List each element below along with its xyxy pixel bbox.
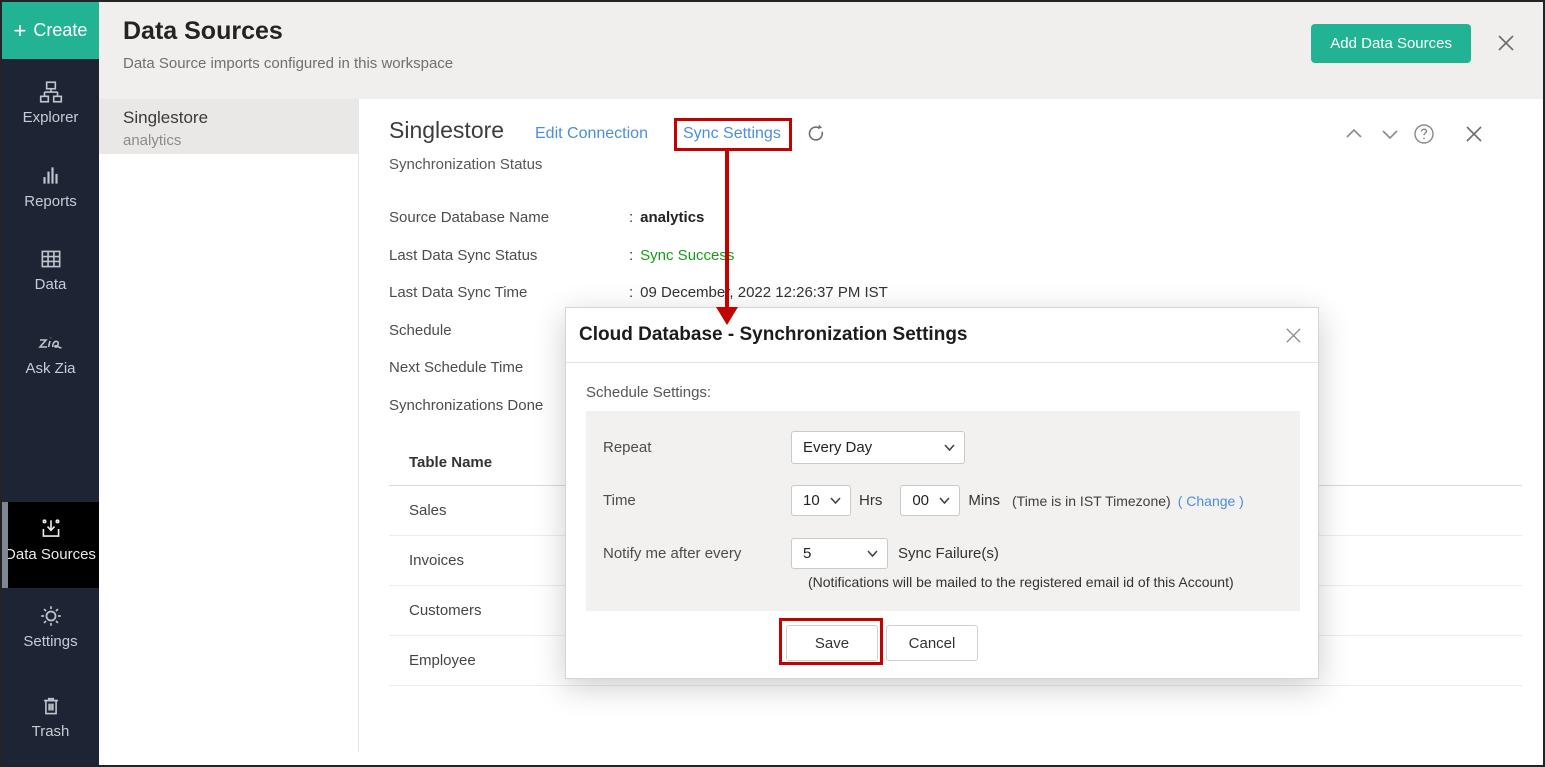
sync-settings-dialog: Cloud Database - Synchronization Setting… bbox=[565, 307, 1319, 679]
timezone-note: (Time is in IST Timezone) bbox=[1012, 493, 1171, 509]
sync-settings-link[interactable]: Sync Settings bbox=[683, 125, 781, 143]
hours-value: 10 bbox=[803, 492, 820, 509]
notify-count-select[interactable]: 5 bbox=[791, 538, 888, 569]
sidebar-item-trash[interactable]: Trash bbox=[2, 692, 99, 740]
field-separator: : bbox=[629, 247, 633, 264]
help-icon[interactable] bbox=[1413, 123, 1435, 145]
field-value: 09 December, 2022 12:26:37 PM IST bbox=[640, 284, 888, 301]
field-separator: : bbox=[629, 209, 633, 226]
sidebar-item-label: Reports bbox=[24, 193, 77, 210]
zia-icon bbox=[37, 329, 65, 357]
repeat-row: Repeat Every Day bbox=[603, 431, 1290, 464]
source-list-item-singlestore[interactable]: Singlestore analytics bbox=[99, 99, 358, 154]
sidebar-item-label: Data bbox=[35, 276, 67, 293]
source-list-sidebar: Singlestore analytics bbox=[99, 99, 359, 752]
minutes-select[interactable]: 00 bbox=[900, 485, 960, 516]
left-nav-rail: + Create Explorer Reports bbox=[2, 2, 99, 765]
field-row: Source Database Name : analytics bbox=[389, 199, 1523, 237]
field-separator: : bbox=[629, 284, 633, 301]
repeat-select[interactable]: Every Day bbox=[791, 431, 965, 464]
bar-chart-icon bbox=[38, 162, 64, 190]
sync-failures-label: Sync Failure(s) bbox=[898, 545, 999, 562]
page-subtitle: Data Source imports configured in this w… bbox=[123, 55, 453, 72]
schedule-settings-title: Schedule Settings: bbox=[586, 384, 711, 401]
source-database: analytics bbox=[123, 130, 358, 151]
edit-connection-link[interactable]: Edit Connection bbox=[535, 125, 648, 143]
field-label: Last Data Sync Status bbox=[389, 247, 629, 264]
create-label: Create bbox=[33, 20, 87, 41]
gear-icon bbox=[38, 602, 64, 630]
field-value: Sync Success bbox=[640, 247, 734, 264]
close-icon[interactable] bbox=[1283, 325, 1304, 346]
notification-note: (Notifications will be mailed to the reg… bbox=[808, 574, 1234, 590]
sidebar-item-label: Trash bbox=[32, 723, 70, 740]
trash-icon bbox=[38, 692, 64, 720]
detail-toolbar bbox=[1343, 123, 1485, 145]
sidebar-item-ask-zia[interactable]: Ask Zia bbox=[2, 329, 99, 377]
sidebar-item-label: Explorer bbox=[23, 109, 79, 126]
time-row: Time 10 Hrs 00 Mins (Time is in IST Time… bbox=[603, 485, 1290, 516]
sidebar-item-label: Settings bbox=[23, 633, 77, 650]
notify-label: Notify me after every bbox=[603, 545, 791, 562]
page-header: Data Sources Data Source imports configu… bbox=[99, 2, 1543, 99]
data-import-icon bbox=[38, 515, 64, 543]
sidebar-item-reports[interactable]: Reports bbox=[2, 162, 99, 210]
save-button[interactable]: Save bbox=[786, 625, 878, 661]
chevron-down-icon bbox=[939, 497, 950, 504]
field-row: Last Data Sync Time : 09 December, 2022 … bbox=[389, 274, 1523, 312]
dialog-buttons: Save Cancel bbox=[566, 625, 1318, 661]
chevron-down-icon bbox=[944, 444, 955, 451]
close-icon[interactable] bbox=[1495, 32, 1517, 54]
schedule-panel: Repeat Every Day Time 10 Hrs 00 Mins bbox=[586, 411, 1300, 611]
field-label: Last Data Sync Time bbox=[389, 284, 629, 301]
sidebar-item-explorer[interactable]: Explorer bbox=[2, 78, 99, 126]
sidebar-item-data[interactable]: Data bbox=[2, 245, 99, 293]
chevron-up-icon[interactable] bbox=[1343, 123, 1365, 145]
chevron-down-icon bbox=[830, 497, 841, 504]
hours-select[interactable]: 10 bbox=[791, 485, 851, 516]
table-icon bbox=[38, 245, 64, 273]
field-label: Source Database Name bbox=[389, 209, 629, 226]
close-icon[interactable] bbox=[1463, 123, 1485, 145]
section-title: Synchronization Status bbox=[389, 156, 542, 173]
repeat-value: Every Day bbox=[803, 439, 872, 456]
hierarchy-icon bbox=[38, 78, 64, 106]
chevron-down-icon[interactable] bbox=[1379, 123, 1401, 145]
repeat-label: Repeat bbox=[603, 439, 791, 456]
change-timezone-link[interactable]: ( Change ) bbox=[1178, 493, 1244, 509]
sidebar-item-label: Data Sources bbox=[5, 546, 96, 563]
app-window: + Create Explorer Reports bbox=[0, 0, 1545, 767]
page-title: Data Sources bbox=[123, 17, 283, 46]
active-indicator bbox=[2, 502, 8, 588]
minutes-unit-label: Mins bbox=[968, 492, 1000, 509]
field-row: Last Data Sync Status : Sync Success bbox=[389, 237, 1523, 275]
notify-row: Notify me after every 5 Sync Failure(s) bbox=[603, 538, 1290, 569]
notify-count-value: 5 bbox=[803, 545, 811, 562]
chevron-down-icon bbox=[867, 550, 878, 557]
sidebar-item-settings[interactable]: Settings bbox=[2, 602, 99, 650]
field-value: analytics bbox=[640, 209, 704, 226]
sidebar-item-label: Ask Zia bbox=[25, 360, 75, 377]
source-name: Singlestore bbox=[123, 106, 358, 130]
minutes-value: 00 bbox=[912, 492, 929, 509]
cancel-button[interactable]: Cancel bbox=[886, 625, 978, 661]
refresh-icon[interactable] bbox=[805, 123, 827, 145]
create-button[interactable]: + Create bbox=[2, 2, 99, 59]
time-label: Time bbox=[603, 492, 791, 509]
add-data-sources-button[interactable]: Add Data Sources bbox=[1311, 24, 1471, 63]
dialog-title: Cloud Database - Synchronization Setting… bbox=[579, 324, 968, 346]
connection-title: Singlestore bbox=[389, 117, 504, 144]
sidebar-item-data-sources[interactable]: Data Sources bbox=[2, 502, 99, 588]
dialog-header: Cloud Database - Synchronization Setting… bbox=[566, 308, 1318, 363]
plus-icon: + bbox=[14, 20, 27, 42]
hours-unit-label: Hrs bbox=[859, 492, 882, 509]
